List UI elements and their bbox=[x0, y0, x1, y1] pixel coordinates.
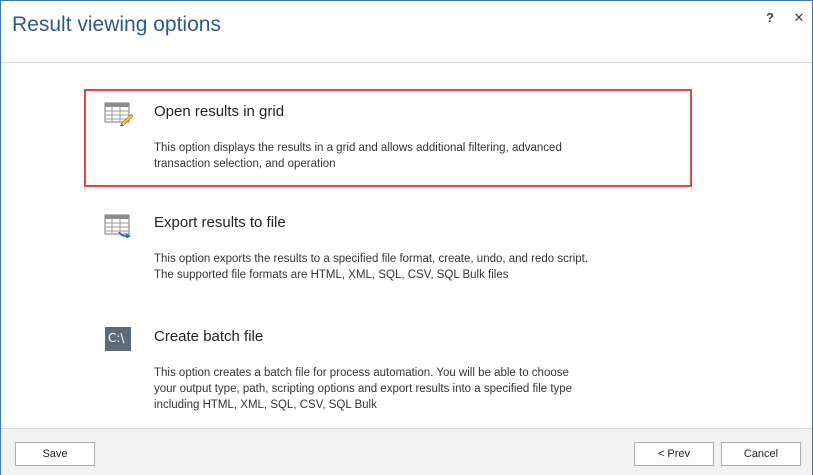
save-button[interactable]: Save bbox=[15, 442, 95, 466]
option-open-in-grid[interactable]: Open results in grid This option display… bbox=[84, 89, 692, 187]
export-icon bbox=[104, 214, 131, 238]
grid-icon bbox=[104, 102, 134, 126]
header-divider bbox=[1, 62, 812, 63]
option-create-batch-file[interactable]: C:\ Create batch file This option create… bbox=[84, 315, 692, 421]
dialog-title: Result viewing options bbox=[12, 13, 221, 36]
cancel-button[interactable]: Cancel bbox=[721, 442, 801, 466]
option-description: This option creates a batch file for pro… bbox=[154, 367, 573, 411]
help-button[interactable]: ? bbox=[760, 9, 780, 27]
prev-button[interactable]: < Prev bbox=[634, 442, 714, 466]
option-description: This option exports the results to a spe… bbox=[154, 253, 589, 281]
result-viewing-options-dialog: Result viewing options ? ✕ Open results … bbox=[0, 0, 813, 475]
option-title: Create batch file bbox=[154, 328, 264, 345]
batch-file-icon: C:\ bbox=[105, 327, 131, 351]
dialog-footer: Save < Prev Cancel bbox=[1, 428, 812, 475]
option-description: This option displays the results in a gr… bbox=[154, 142, 562, 170]
option-title: Export results to file bbox=[154, 214, 286, 231]
batch-icon-text: C:\ bbox=[108, 331, 125, 345]
option-title: Open results in grid bbox=[154, 103, 285, 120]
close-button[interactable]: ✕ bbox=[789, 9, 809, 27]
option-export-to-file[interactable]: Export results to file This option expor… bbox=[84, 201, 692, 299]
